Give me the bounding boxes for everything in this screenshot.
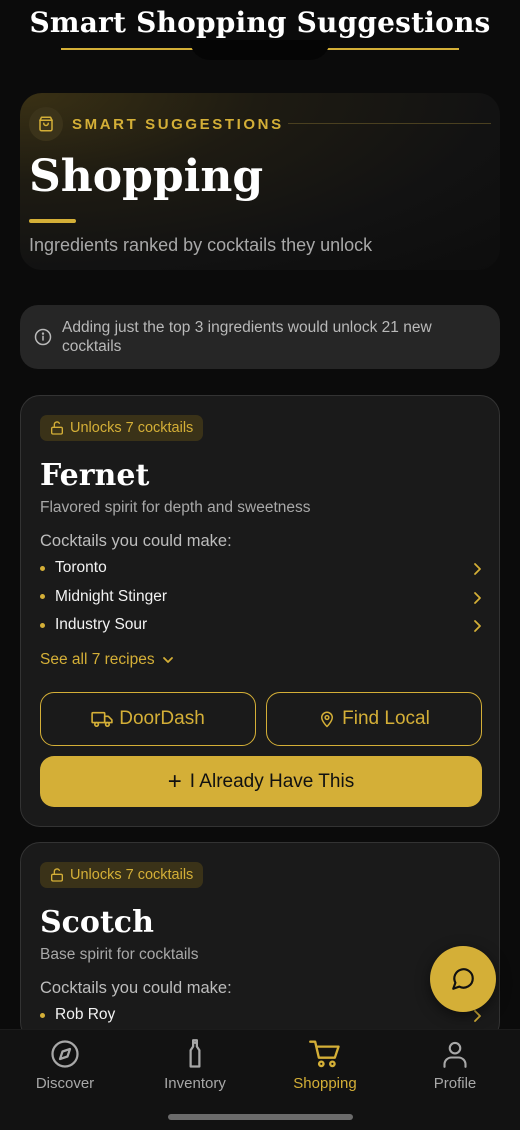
shopping-bag-icon [29, 107, 63, 141]
tab-inventory[interactable]: Inventory [130, 1038, 260, 1092]
chevron-right-icon [474, 563, 481, 575]
compass-icon [51, 1040, 79, 1068]
tab-shopping[interactable]: Shopping [260, 1038, 390, 1092]
bottle-icon [189, 1039, 201, 1068]
bullet-dot [40, 622, 45, 628]
find-local-button[interactable]: Find Local [266, 692, 482, 746]
bullet-dot [40, 594, 45, 600]
doordash-button[interactable]: DoorDash [40, 692, 256, 746]
info-banner-text: Adding just the top 3 ingredients would … [62, 319, 432, 355]
tab-label: Profile [433, 1075, 477, 1092]
cart-icon [309, 1040, 340, 1068]
hero-eyebrow: SMART SUGGESTIONS [72, 115, 284, 133]
unlock-badge-label: Unlocks 7 cocktails [70, 867, 194, 883]
recipe-item[interactable]: Industry Sour [40, 611, 482, 640]
recipe-name: Rob Roy [55, 1006, 116, 1024]
tab-profile[interactable]: Profile [390, 1038, 520, 1092]
recipe-item[interactable]: Rob Roy [40, 1001, 482, 1030]
lock-open-icon [51, 421, 63, 435]
already-have-label: I Already Have This [189, 770, 355, 792]
chat-bubble-icon [452, 968, 474, 990]
doordash-label: DoorDash [119, 708, 205, 729]
unlock-badge-label: Unlocks 7 cocktails [70, 420, 194, 436]
lock-open-icon [51, 868, 63, 882]
user-icon [443, 1041, 467, 1068]
hero-section: SMART SUGGESTIONS Shopping Ingredients r… [20, 93, 500, 270]
cocktails-heading: Cocktails you could make: [40, 979, 232, 997]
page-subtitle: Ingredients ranked by cocktails they unl… [29, 235, 373, 255]
ingredient-card: Unlocks 7 cocktails Fernet Flavored spir… [20, 395, 500, 827]
recipe-item[interactable]: Toronto [40, 554, 482, 583]
chat-button[interactable] [430, 946, 496, 1012]
header-shadow [190, 40, 330, 60]
hero-eyebrow-row: SMART SUGGESTIONS [29, 107, 284, 141]
bullet-dot [40, 565, 45, 571]
chevron-right-icon [474, 620, 481, 632]
ingredient-description: Flavored spirit for depth and sweetness [40, 499, 311, 516]
info-banner: Adding just the top 3 ingredients would … [20, 305, 500, 369]
unlock-badge: Unlocks 7 cocktails [40, 862, 204, 888]
chevron-right-icon [474, 591, 481, 604]
ingredient-name: Scotch [40, 905, 154, 940]
ingredient-description: Base spirit for cocktails [40, 946, 199, 963]
recipe-name: Industry Sour [55, 616, 148, 634]
chevron-right-icon [474, 1010, 481, 1022]
eyebrow-divider [288, 123, 491, 124]
plus-icon: + [167, 767, 182, 795]
already-have-button[interactable]: + I Already Have This [40, 756, 482, 807]
page-title: Shopping [29, 151, 264, 202]
map-pin-icon [321, 711, 334, 728]
tab-label: Discover [35, 1075, 95, 1092]
recipe-name: Midnight Stinger [55, 587, 168, 605]
see-all-recipes-link[interactable]: See all 7 recipes [40, 651, 174, 669]
tab-label: Shopping [293, 1075, 357, 1092]
info-icon [34, 328, 52, 346]
tab-label: Inventory [164, 1075, 226, 1092]
tab-discover[interactable]: Discover [0, 1038, 130, 1092]
recipe-list: Rob Roy [40, 1001, 482, 1030]
ingredient-card: Unlocks 7 cocktails Scotch Base spirit f… [20, 842, 500, 1042]
see-all-label: See all 7 recipes [40, 651, 155, 668]
home-indicator[interactable] [168, 1114, 353, 1120]
title-accent-bar [29, 219, 76, 223]
chevron-down-icon [162, 657, 173, 663]
header-title: Smart Shopping Suggestions [29, 6, 491, 39]
cocktails-heading: Cocktails you could make: [40, 532, 232, 550]
recipe-item[interactable]: Midnight Stinger [40, 583, 482, 612]
ingredient-name: Fernet [40, 458, 150, 493]
recipe-name: Toronto [55, 559, 107, 577]
bullet-dot [40, 1012, 45, 1018]
unlock-badge: Unlocks 7 cocktails [40, 415, 204, 441]
recipe-list: Toronto Midnight Stinger Industry Sour [40, 554, 482, 640]
find-local-label: Find Local [342, 708, 430, 729]
truck-icon [91, 711, 113, 728]
